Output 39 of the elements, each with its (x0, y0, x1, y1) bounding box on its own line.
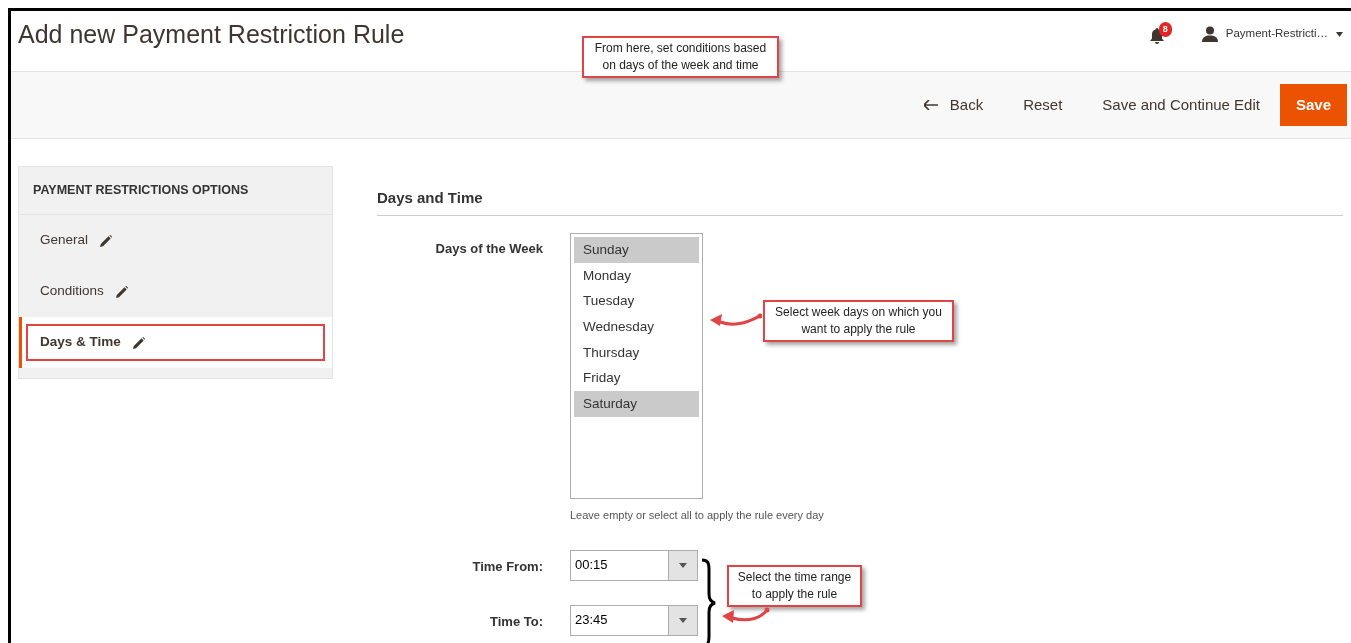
section-title: Days and Time (377, 189, 1343, 216)
back-button[interactable]: Back (903, 83, 1004, 127)
notification-button[interactable]: 8 (1149, 22, 1178, 46)
annotation-callout: From here, set conditions based on days of the week and time (582, 36, 779, 78)
caret-icon (1336, 31, 1343, 37)
pencil-icon (115, 285, 128, 298)
day-option[interactable]: Friday (574, 365, 699, 392)
annotation-callout: Select week days on which you want to apply the rule (763, 300, 954, 342)
field-label: Time From: (471, 557, 543, 576)
pencil-icon (100, 234, 113, 247)
bell-icon (1149, 28, 1164, 44)
day-option[interactable]: Sunday (574, 237, 699, 263)
user-icon (1201, 26, 1218, 42)
time-select[interactable]: 00:15 (570, 549, 698, 581)
notification-count: 8 (1158, 22, 1172, 37)
sidebar-tab[interactable]: Days & Time (19, 317, 332, 368)
user-menu[interactable]: Payment-Restricti… (1201, 25, 1343, 43)
sidebar-tab[interactable]: General (19, 215, 332, 266)
caret-icon (679, 617, 687, 623)
day-option[interactable]: Tuesday (574, 288, 699, 315)
toolbar-button[interactable]: Reset (1003, 83, 1083, 127)
toolbar-button[interactable]: Save and Continue Edit (1082, 83, 1280, 127)
caret-icon (679, 562, 687, 568)
day-option[interactable]: Monday (574, 262, 699, 289)
field-note: Leave empty or select all to apply the rule every day (570, 508, 824, 523)
sidebar-tab[interactable]: Conditions (19, 266, 332, 317)
annotation-callout: Select the time range to apply the rule (727, 565, 862, 607)
save-button[interactable]: Save (1279, 83, 1347, 127)
sidebar-title: PAYMENT RESTRICTIONS OPTIONS (19, 167, 332, 215)
days-multiselect[interactable]: Sunday Monday Tuesday Wednesday Thursday Friday Saturday (570, 233, 703, 499)
page-title: Add new Payment Restriction Rule (18, 19, 405, 49)
time-select[interactable]: 23:45 (570, 604, 698, 636)
field-label: Days of the Week (434, 240, 543, 258)
day-option[interactable]: Thursday (574, 339, 699, 366)
field-label: Time To: (489, 612, 543, 631)
back-arrow-icon (923, 99, 938, 110)
day-option[interactable]: Saturday (574, 391, 699, 417)
day-option[interactable]: Wednesday (574, 314, 699, 340)
pencil-icon (132, 336, 145, 349)
